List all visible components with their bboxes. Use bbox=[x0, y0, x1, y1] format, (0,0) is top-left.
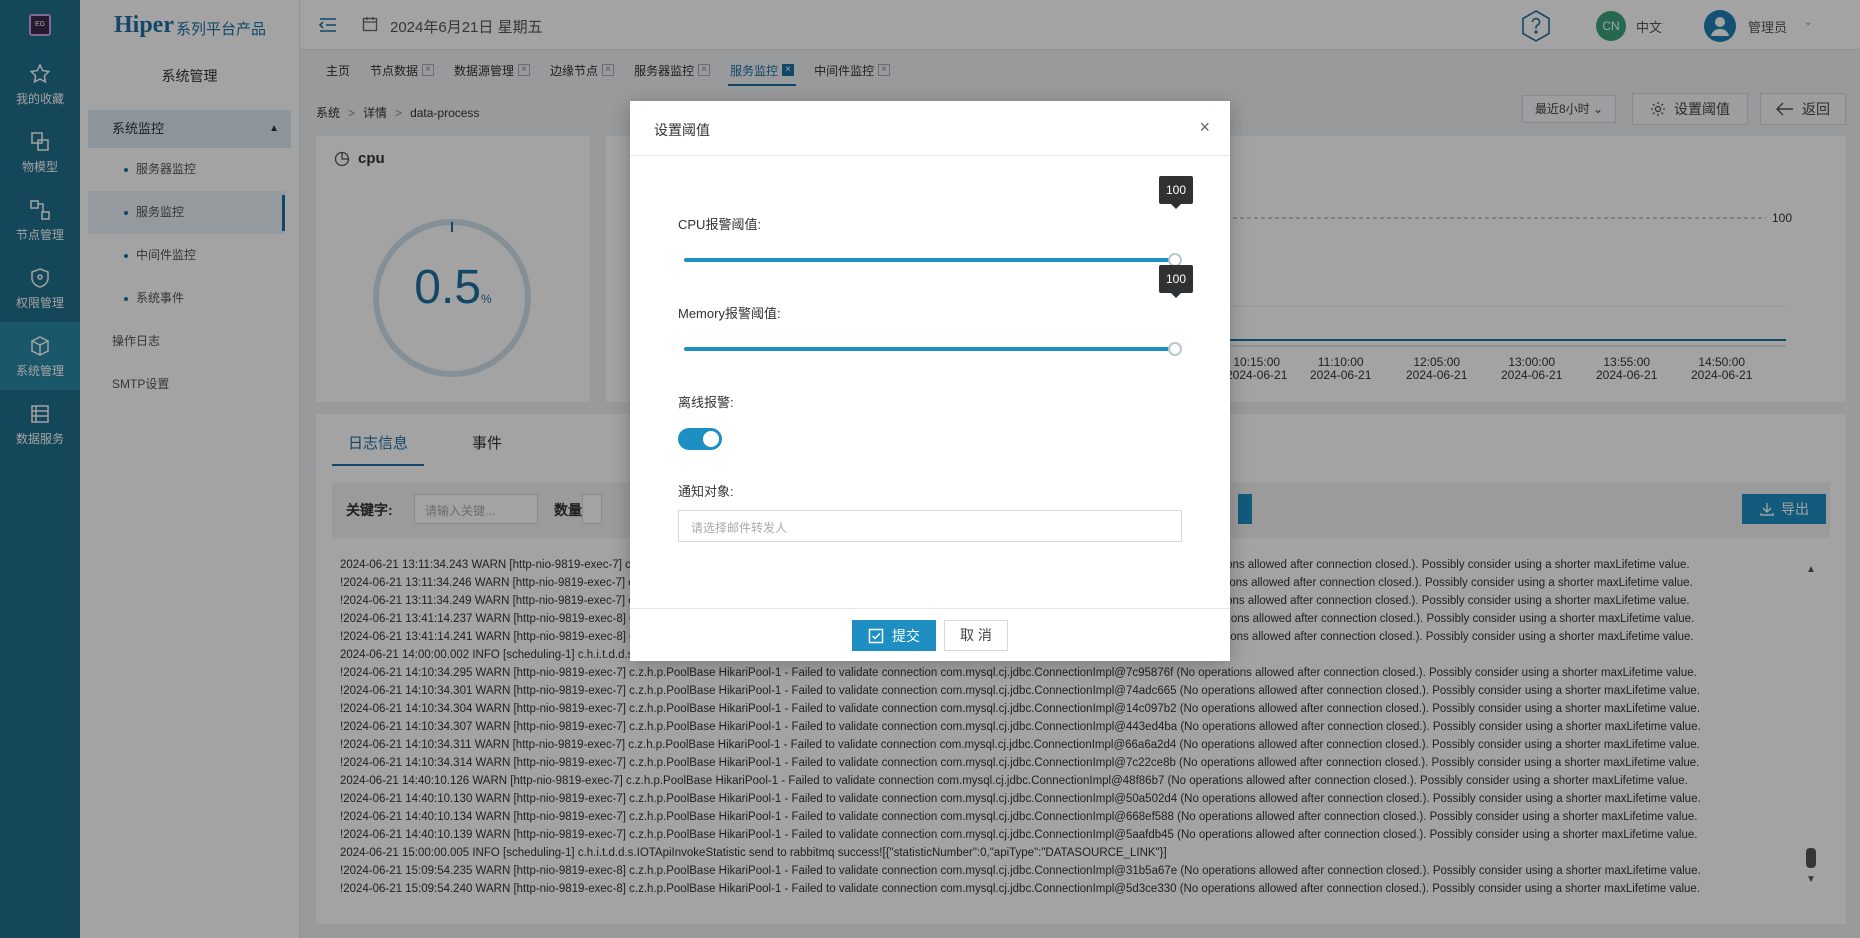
submit-label: 提交 bbox=[892, 627, 920, 644]
submit-button[interactable]: 提交 bbox=[852, 620, 936, 651]
notify-target-label: 通知对象: bbox=[678, 484, 734, 499]
close-icon[interactable]: × bbox=[1199, 117, 1210, 138]
memory-slider-tooltip: 100 bbox=[1159, 265, 1193, 298]
cpu-slider-tooltip: 100 bbox=[1159, 176, 1193, 209]
offline-alarm-toggle[interactable] bbox=[678, 428, 722, 450]
threshold-dialog: 设置阈值 × CPU报警阈值: 100 Memory报警阈值: 100 离线报警… bbox=[630, 101, 1230, 661]
memory-threshold-slider[interactable] bbox=[684, 347, 1174, 351]
memory-slider-handle[interactable] bbox=[1168, 342, 1182, 356]
notify-target-select[interactable]: 请选择邮件转发人 bbox=[678, 510, 1182, 542]
dialog-footer: 提交 取 消 bbox=[630, 608, 1230, 661]
toggle-knob bbox=[703, 431, 719, 447]
offline-alarm-label: 离线报警: bbox=[678, 395, 734, 410]
cpu-threshold-slider[interactable] bbox=[684, 258, 1174, 262]
dialog-title: 设置阈值 bbox=[654, 122, 710, 138]
cancel-button[interactable]: 取 消 bbox=[944, 620, 1008, 651]
dialog-header: 设置阈值 × bbox=[630, 101, 1230, 156]
check-square-icon bbox=[868, 628, 884, 643]
memory-threshold-label: Memory报警阈值: bbox=[678, 306, 781, 321]
cpu-threshold-label: CPU报警阈值: bbox=[678, 217, 762, 232]
